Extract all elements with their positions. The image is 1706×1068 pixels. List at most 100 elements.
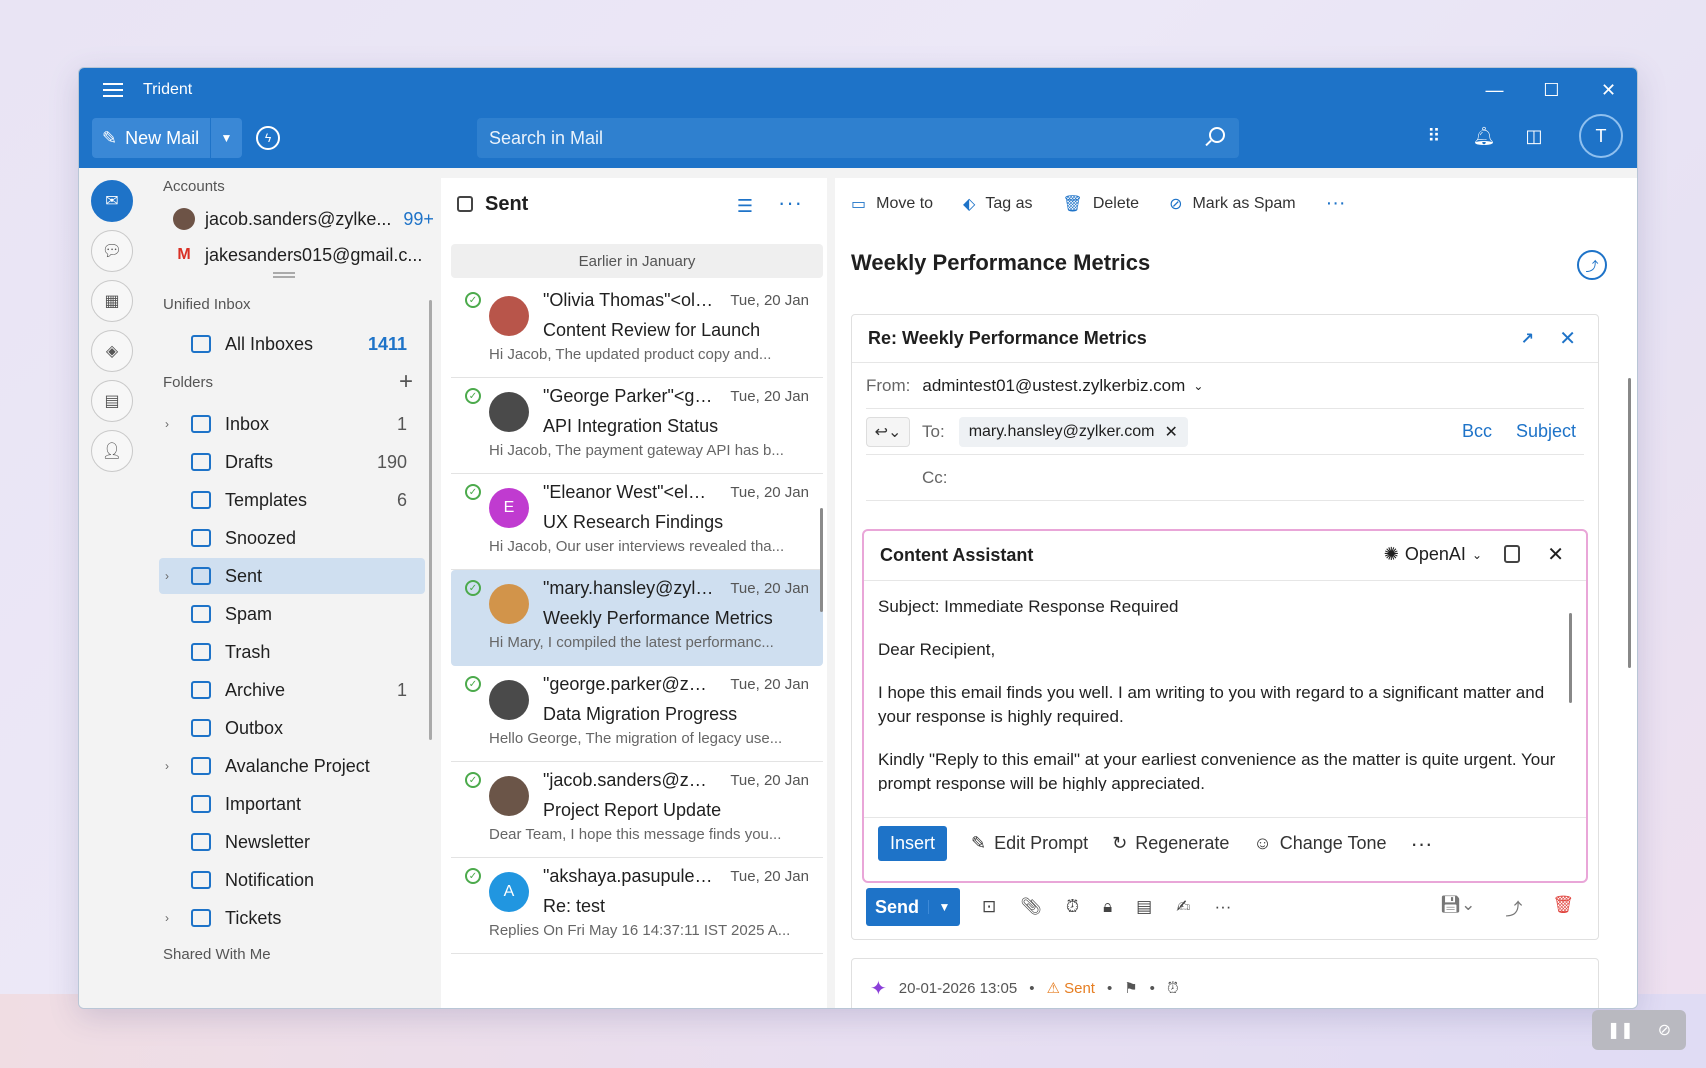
generated-content[interactable]: Subject: Immediate Response Required Dea…	[878, 595, 1558, 791]
folder-spam[interactable]: Spam	[159, 596, 425, 632]
folder-all-inboxes[interactable]: All Inboxes 1411	[159, 326, 425, 362]
more-options-icon[interactable]: ···	[1326, 192, 1346, 215]
share-icon[interactable]: ⤴	[1577, 250, 1607, 280]
alarm-icon[interactable]: ⏰︎	[1167, 980, 1179, 997]
chevron-down-icon[interactable]: ⌄	[1193, 379, 1203, 393]
folder-archive[interactable]: Archive 1	[159, 672, 425, 708]
chevron-down-icon[interactable]: ▼	[928, 900, 960, 914]
bcc-link[interactable]: Bcc	[1462, 421, 1492, 442]
folder-tickets[interactable]: › Tickets	[159, 900, 425, 936]
lightning-icon[interactable]: ϟ	[256, 126, 280, 150]
recording-controls[interactable]: ❚❚ ⊘	[1592, 1010, 1686, 1050]
calendar-icon[interactable]: ▦	[91, 280, 133, 322]
more-options-icon[interactable]: ···	[778, 190, 803, 216]
save-icon[interactable]: 💾︎⌄	[1440, 895, 1476, 920]
chevron-right-icon[interactable]: ›	[165, 911, 179, 925]
collapse-pane-icon[interactable]	[457, 196, 473, 212]
avatar[interactable]: T	[1579, 114, 1623, 158]
mark-as-spam-button[interactable]: ⊘ Mark as Spam	[1169, 194, 1296, 214]
close-icon[interactable]: ✕	[1559, 326, 1576, 351]
filter-icon[interactable]: ☰	[737, 196, 753, 217]
insert-button[interactable]: Insert	[878, 826, 948, 861]
scrollbar[interactable]	[429, 300, 432, 740]
folder-important[interactable]: Important	[159, 786, 425, 822]
recipient-chip[interactable]: mary.hansley@zylker.com ✕	[958, 416, 1188, 447]
chat-icon[interactable]: 💬︎	[91, 230, 133, 272]
mail-item[interactable]: ✓ E "Eleanor West"<elean... Tue, 20 Jan …	[451, 474, 823, 570]
search-input[interactable]	[489, 127, 1179, 149]
mail-item[interactable]: ✓ A "akshaya.pasupuleti... Tue, 20 Jan R…	[451, 858, 823, 954]
folder-snoozed[interactable]: Snoozed	[159, 520, 425, 556]
ai-provider-select[interactable]: ✺ OpenAI ⌄	[1384, 544, 1482, 565]
edit-prompt-button[interactable]: ✎ Edit Prompt	[971, 833, 1088, 854]
folder-sent[interactable]: › Sent	[159, 558, 425, 594]
mail-item-selected[interactable]: ✓ "mary.hansley@zylke... Tue, 20 Jan Wee…	[451, 570, 823, 666]
mail-icon[interactable]: ✉	[91, 180, 133, 222]
signature-icon[interactable]: ✍︎	[1176, 897, 1190, 917]
attachment-icon[interactable]: 📎︎	[1020, 897, 1042, 917]
folder-templates[interactable]: Templates 6	[159, 482, 425, 518]
pop-out-icon[interactable]: ↗	[1521, 329, 1534, 349]
folder-trash[interactable]: Trash	[159, 634, 425, 670]
close-icon[interactable]: ✕	[1580, 68, 1637, 112]
remove-recipient-icon[interactable]: ✕	[1164, 422, 1177, 442]
folder-avalanche-project[interactable]: › Avalanche Project	[159, 748, 425, 784]
search-icon[interactable]	[1209, 127, 1225, 143]
more-options-icon[interactable]: ···	[1214, 897, 1231, 917]
chevron-right-icon[interactable]: ›	[165, 417, 179, 431]
account-item[interactable]: jacob.sanders@zylke... 99+	[173, 208, 434, 230]
bell-icon[interactable]: 🔔︎	[1471, 123, 1497, 149]
folder-notification[interactable]: Notification	[159, 862, 425, 898]
mail-item[interactable]: ✓ "George Parker"<geo... Tue, 20 Jan API…	[451, 378, 823, 474]
scrollbar[interactable]	[1569, 613, 1572, 703]
scrollbar[interactable]	[1628, 378, 1631, 668]
send-button[interactable]: Send ▼	[866, 888, 960, 926]
discard-icon[interactable]: 🗑︎	[1552, 895, 1574, 920]
format-icon[interactable]: ▤	[1136, 897, 1152, 917]
copy-icon[interactable]	[1504, 545, 1520, 563]
new-mail-button[interactable]: ✎ New Mail ▼	[92, 118, 242, 158]
search-bar[interactable]	[477, 118, 1239, 158]
from-address[interactable]: admintest01@ustest.zylkerbiz.com	[922, 376, 1185, 396]
folder-outbox[interactable]: Outbox	[159, 710, 425, 746]
maximize-icon[interactable]: ☐	[1523, 68, 1580, 112]
tasks-icon[interactable]: ◈	[91, 330, 133, 372]
notes-icon[interactable]: ▤	[91, 380, 133, 422]
lock-icon[interactable]: 🔒︎	[1103, 897, 1112, 917]
stop-recording-icon[interactable]: ⊘	[1658, 1020, 1671, 1040]
cc-input[interactable]	[959, 467, 1584, 488]
chevron-down-icon[interactable]: ▼	[210, 118, 242, 158]
alarm-icon[interactable]: ⏰︎	[1066, 897, 1079, 917]
mail-item[interactable]: ✓ "Olivia Thomas"<olivi... Tue, 20 Jan C…	[451, 282, 823, 378]
more-options-icon[interactable]: ···	[1411, 831, 1433, 857]
chevron-right-icon[interactable]: ›	[165, 569, 179, 583]
mail-preview: Hi Mary, I compiled the latest performan…	[489, 634, 774, 651]
add-folder-icon[interactable]: +	[399, 368, 413, 396]
chevron-right-icon[interactable]: ›	[165, 759, 179, 773]
apps-grid-icon[interactable]: ⠿	[1421, 123, 1447, 149]
close-icon[interactable]: ✕	[1547, 542, 1564, 567]
mail-item[interactable]: ✓ "george.parker@zylk... Tue, 20 Jan Dat…	[451, 666, 823, 762]
mail-item[interactable]: ✓ "jacob.sanders@zylke... Tue, 20 Jan Pr…	[451, 762, 823, 858]
folder-newsletter[interactable]: Newsletter	[159, 824, 425, 860]
contacts-icon[interactable]: 👤︎	[91, 430, 133, 472]
subject-link[interactable]: Subject	[1516, 421, 1576, 442]
regenerate-button[interactable]: ↻ Regenerate	[1112, 833, 1229, 854]
resize-handle[interactable]	[273, 272, 295, 278]
menu-icon[interactable]	[103, 83, 123, 97]
scrollbar[interactable]	[820, 508, 823, 612]
move-to-button[interactable]: ▭ Move to	[851, 194, 933, 214]
folder-inbox[interactable]: › Inbox 1	[159, 406, 425, 442]
reply-type-button[interactable]: ↩⌄	[866, 416, 910, 447]
change-tone-button[interactable]: ☺ Change Tone	[1253, 833, 1386, 854]
template-icon[interactable]: ⊡	[982, 897, 996, 917]
tag-as-button[interactable]: ⬖ Tag as	[963, 194, 1032, 214]
delete-button[interactable]: 🗑︎ Delete	[1063, 194, 1140, 214]
share-icon[interactable]: ⤴	[1505, 895, 1522, 920]
minimize-icon[interactable]: —	[1466, 68, 1523, 112]
pause-icon[interactable]: ❚❚	[1607, 1020, 1634, 1040]
folder-drafts[interactable]: Drafts 190	[159, 444, 425, 480]
sidebar-toggle-icon[interactable]: ◫	[1521, 123, 1547, 149]
flag-icon[interactable]: ⚑	[1124, 979, 1137, 997]
account-item[interactable]: M jakesanders015@gmail.c...	[173, 244, 422, 266]
